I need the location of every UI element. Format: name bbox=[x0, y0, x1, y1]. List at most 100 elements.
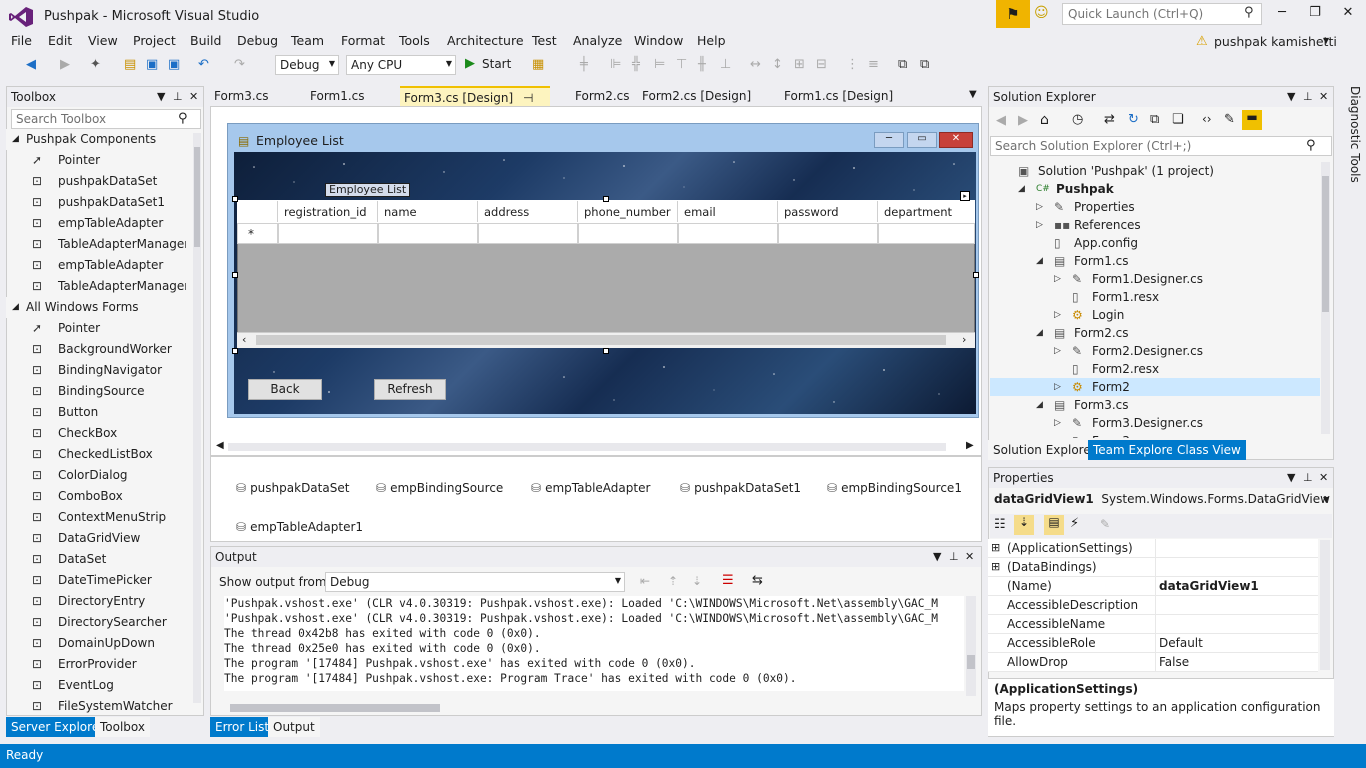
menu-debug[interactable]: Debug bbox=[237, 33, 278, 48]
align-bottom-icon[interactable]: ⊥ bbox=[720, 57, 731, 72]
selection-handle[interactable] bbox=[232, 348, 238, 354]
menu-team[interactable]: Team bbox=[291, 33, 324, 48]
menu-build[interactable]: Build bbox=[190, 33, 221, 48]
clear-all-icon[interactable]: ☰ bbox=[722, 573, 734, 588]
tab-team-explorer[interactable]: Team Explorer bbox=[1088, 440, 1184, 460]
toolbox-item[interactable]: ⊡ DirectoryEntry bbox=[6, 591, 186, 612]
close-button[interactable]: ✕ bbox=[1338, 5, 1358, 23]
toolbox-item[interactable]: ⊡ EventLog bbox=[6, 675, 186, 696]
property-row[interactable]: AccessibleName bbox=[988, 615, 1318, 634]
property-value[interactable]: False bbox=[1159, 655, 1189, 669]
property-scrollbar[interactable] bbox=[1320, 540, 1330, 670]
expand-icon[interactable]: ▷ bbox=[1054, 342, 1061, 360]
toolbox-item[interactable]: ➚ Pointer bbox=[6, 318, 186, 339]
tab-error-list[interactable]: Error List bbox=[210, 717, 275, 737]
tray-empbindingsource[interactable]: ⛁ empBindingSource bbox=[376, 481, 503, 495]
solution-tree-item[interactable]: ▯ Form2.resx bbox=[990, 360, 1320, 378]
tab-server-explorer[interactable]: Server Explorer bbox=[6, 717, 110, 737]
refresh-button[interactable]: Refresh bbox=[374, 379, 446, 400]
toolbox-item[interactable]: ⊡ Button bbox=[6, 402, 186, 423]
align-left-icon[interactable]: ⊫ bbox=[610, 57, 621, 72]
toolbox-item[interactable]: ⊡ ColorDialog bbox=[6, 465, 186, 486]
collapse-icon[interactable]: ◢ bbox=[1036, 396, 1043, 414]
scroll-right-icon[interactable]: ▶ bbox=[966, 440, 974, 451]
find-message-icon[interactable]: ⇤ bbox=[640, 574, 650, 588]
selection-handle[interactable] bbox=[603, 348, 609, 354]
toolbox-item[interactable]: ⊡ DataSet bbox=[6, 549, 186, 570]
designer-horizontal-scrollbar[interactable] bbox=[228, 443, 946, 451]
back-icon[interactable]: ◀ bbox=[26, 57, 36, 72]
tab-class-view[interactable]: Class View bbox=[1172, 440, 1246, 460]
pin-icon[interactable]: ⊥ bbox=[949, 550, 959, 563]
solution-tree-item[interactable]: ◢ C# Pushpak bbox=[990, 180, 1320, 198]
toolbox-item[interactable]: ⊡ FileSystemWatcher bbox=[6, 696, 186, 714]
menu-edit[interactable]: Edit bbox=[48, 33, 72, 48]
output-text[interactable]: 'Pushpak.vshost.exe' (CLR v4.0.30319: Pu… bbox=[224, 596, 964, 691]
pin-icon[interactable]: ⊥ bbox=[173, 90, 183, 103]
refresh-icon[interactable]: ↻ bbox=[1128, 112, 1139, 127]
tab-form3-design[interactable]: Form3.cs [Design] ⊣ ✕ bbox=[400, 86, 550, 119]
align-top-icon[interactable]: ⊤ bbox=[676, 57, 687, 72]
bring-to-front-icon[interactable]: ⧉ bbox=[898, 57, 907, 72]
toolbox-item[interactable]: ⊡ BackgroundWorker bbox=[6, 339, 186, 360]
tray-emptableadapter[interactable]: ⛁ empTableAdapter bbox=[531, 481, 650, 495]
toolbox-item[interactable]: ⊡ TableAdapterManager bbox=[6, 234, 186, 255]
same-size-icon[interactable]: ⊞ bbox=[794, 57, 805, 72]
expand-icon[interactable]: ⊞ bbox=[991, 560, 1000, 573]
save-icon[interactable]: ▣ bbox=[146, 57, 158, 72]
solution-tree-item[interactable]: ▣ Solution 'Pushpak' (1 project) bbox=[990, 162, 1320, 180]
tray-pushpakdataset[interactable]: ⛁ pushpakDataSet bbox=[236, 481, 349, 495]
toolbox-item[interactable]: ⊡ ContextMenuStrip bbox=[6, 507, 186, 528]
tab-form1-design[interactable]: Form1.cs [Design] bbox=[780, 86, 897, 106]
align-middle-icon[interactable]: ╫ bbox=[698, 57, 706, 72]
word-wrap-icon[interactable]: ⇆ bbox=[752, 573, 763, 588]
expand-icon[interactable]: ⊞ bbox=[991, 541, 1000, 554]
solution-configuration-select[interactable]: Debug ▼ bbox=[275, 55, 339, 75]
scroll-right-icon[interactable]: › bbox=[962, 333, 966, 346]
smart-tag-icon[interactable]: ▸ bbox=[960, 191, 970, 201]
solution-tree-item[interactable]: ◢ ▤ Form3.cs bbox=[990, 396, 1320, 414]
spacing-icon[interactable]: ⋮ bbox=[846, 57, 859, 72]
toolbox-search-input[interactable]: Search Toolbox bbox=[11, 109, 201, 129]
toolbox-item[interactable]: ⊡ DateTimePicker bbox=[6, 570, 186, 591]
home-icon[interactable]: ⌂ bbox=[1040, 112, 1049, 128]
toolbox-item[interactable]: ⊡ ComboBox bbox=[6, 486, 186, 507]
tab-solution-explorer[interactable]: Solution Explorer bbox=[988, 440, 1101, 460]
panel-dropdown-icon[interactable]: ▼ bbox=[1287, 90, 1295, 103]
tab-overflow-icon[interactable]: ▼ bbox=[969, 89, 977, 100]
property-value[interactable]: Default bbox=[1159, 636, 1203, 650]
output-source-select[interactable]: Debug ▼ bbox=[325, 572, 625, 592]
menu-help[interactable]: Help bbox=[697, 33, 726, 48]
toolbox-item[interactable]: ⊡ BindingNavigator bbox=[6, 360, 186, 381]
feedback-smiley-icon[interactable]: ☺ bbox=[1034, 5, 1049, 21]
panel-dropdown-icon[interactable]: ▼ bbox=[933, 550, 941, 563]
solution-tree-item[interactable]: ▷ ⚙ Form2 bbox=[990, 378, 1320, 396]
menu-tools[interactable]: Tools bbox=[399, 33, 430, 48]
close-icon[interactable]: ✕ bbox=[965, 550, 974, 563]
column-password[interactable]: password bbox=[778, 201, 878, 222]
panel-dropdown-icon[interactable]: ▼ bbox=[1287, 471, 1295, 484]
toolbox-item[interactable]: ⊡ CheckBox bbox=[6, 423, 186, 444]
column-department[interactable]: department bbox=[878, 201, 975, 222]
collapse-icon[interactable]: ◢ bbox=[12, 129, 19, 150]
menu-view[interactable]: View bbox=[88, 33, 118, 48]
panel-dropdown-icon[interactable]: ▼ bbox=[157, 90, 165, 103]
view-code-icon[interactable]: ‹› bbox=[1202, 112, 1212, 126]
expand-icon[interactable]: ▷ bbox=[1054, 306, 1061, 324]
solution-tree-item[interactable]: ▷ ▪▪ References bbox=[990, 216, 1320, 234]
solution-search-input[interactable]: Search Solution Explorer (Ctrl+;) bbox=[990, 136, 1332, 156]
solution-tree-item[interactable]: ▯ Form3.resx bbox=[990, 432, 1320, 438]
align-center-icon[interactable]: ╬ bbox=[632, 57, 640, 72]
forward-icon[interactable]: ▶ bbox=[60, 57, 70, 72]
search-icon[interactable]: ⚲ bbox=[1244, 5, 1254, 20]
chevron-down-icon[interactable]: ▼ bbox=[1323, 495, 1329, 504]
alphabetical-icon[interactable]: ⇣ bbox=[1014, 515, 1034, 535]
property-row[interactable]: AccessibleRole Default bbox=[988, 634, 1318, 653]
collapse-icon[interactable]: ◢ bbox=[1036, 252, 1043, 270]
menu-file[interactable]: File bbox=[11, 33, 32, 48]
user-name[interactable]: pushpak kamishetti bbox=[1214, 34, 1337, 49]
next-message-icon[interactable]: ⇣ bbox=[692, 574, 702, 588]
tray-emptableadapter1[interactable]: ⛁ empTableAdapter1 bbox=[236, 520, 363, 534]
search-icon[interactable]: ⚲ bbox=[1306, 138, 1316, 153]
output-horizontal-scroll-thumb[interactable] bbox=[230, 704, 440, 712]
